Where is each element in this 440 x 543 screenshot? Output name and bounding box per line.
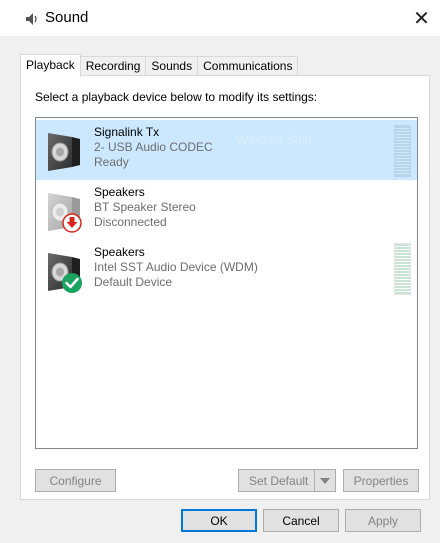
device-status: Ready xyxy=(94,155,129,169)
speaker-device-icon xyxy=(48,193,82,233)
device-name: Signalink Tx xyxy=(94,125,160,139)
playback-panel: Select a playback device below to modify… xyxy=(20,75,430,500)
close-icon: ✕ xyxy=(413,7,430,30)
apply-button[interactable]: Apply xyxy=(345,509,421,532)
device-item-signalink[interactable]: Signalink Tx 2- USB Audio CODEC Ready Wi… xyxy=(36,120,417,180)
configure-label: Configure xyxy=(49,473,102,488)
device-item-bt-speaker[interactable]: Speakers BT Speaker Stereo Disconnected xyxy=(36,180,417,240)
tab-bar: Playback Recording Sounds Communications xyxy=(20,54,299,77)
device-subtitle: BT Speaker Stereo xyxy=(94,200,196,214)
ok-button[interactable]: OK xyxy=(181,509,257,532)
device-item-intel-sst[interactable]: Speakers Intel SST Audio Device (WDM) De… xyxy=(36,240,417,300)
speaker-icon xyxy=(26,13,37,25)
speaker-device-icon xyxy=(48,133,80,171)
instruction-text: Select a playback device below to modify… xyxy=(35,90,318,104)
window-title: Sound xyxy=(45,9,89,26)
set-default-label: Set Default xyxy=(249,473,309,488)
title-bar: Sound ✕ xyxy=(0,0,440,36)
device-subtitle: Intel SST Audio Device (WDM) xyxy=(94,260,258,274)
close-button[interactable]: ✕ xyxy=(403,0,440,36)
cancel-label: Cancel xyxy=(282,513,320,528)
speaker-device-icon xyxy=(48,253,82,293)
device-name: Speakers xyxy=(94,185,145,199)
ok-label: OK xyxy=(210,513,228,528)
device-status: Default Device xyxy=(94,275,173,289)
device-status: Disconnected xyxy=(94,215,167,229)
chevron-down-icon[interactable] xyxy=(314,470,335,491)
apply-label: Apply xyxy=(367,513,399,528)
volume-meter xyxy=(394,243,411,295)
window-snip-watermark: Window Snip xyxy=(236,132,312,147)
properties-button[interactable]: Properties xyxy=(343,469,419,492)
sound-dialog: Playback Recording Sounds Communications… xyxy=(0,36,440,543)
tab-recording[interactable]: Recording xyxy=(79,56,147,76)
cancel-button[interactable]: Cancel xyxy=(263,509,339,532)
configure-button[interactable]: Configure xyxy=(35,469,116,492)
set-default-button[interactable]: Set Default xyxy=(238,469,336,492)
properties-label: Properties xyxy=(353,473,409,488)
tab-sounds[interactable]: Sounds xyxy=(145,56,199,76)
device-name: Speakers xyxy=(94,245,145,259)
tab-communications[interactable]: Communications xyxy=(197,56,299,76)
device-list[interactable]: Signalink Tx 2- USB Audio CODEC Ready Wi… xyxy=(35,117,418,449)
tab-playback[interactable]: Playback xyxy=(20,54,81,77)
volume-meter xyxy=(394,125,411,177)
device-subtitle: 2- USB Audio CODEC xyxy=(94,140,213,154)
